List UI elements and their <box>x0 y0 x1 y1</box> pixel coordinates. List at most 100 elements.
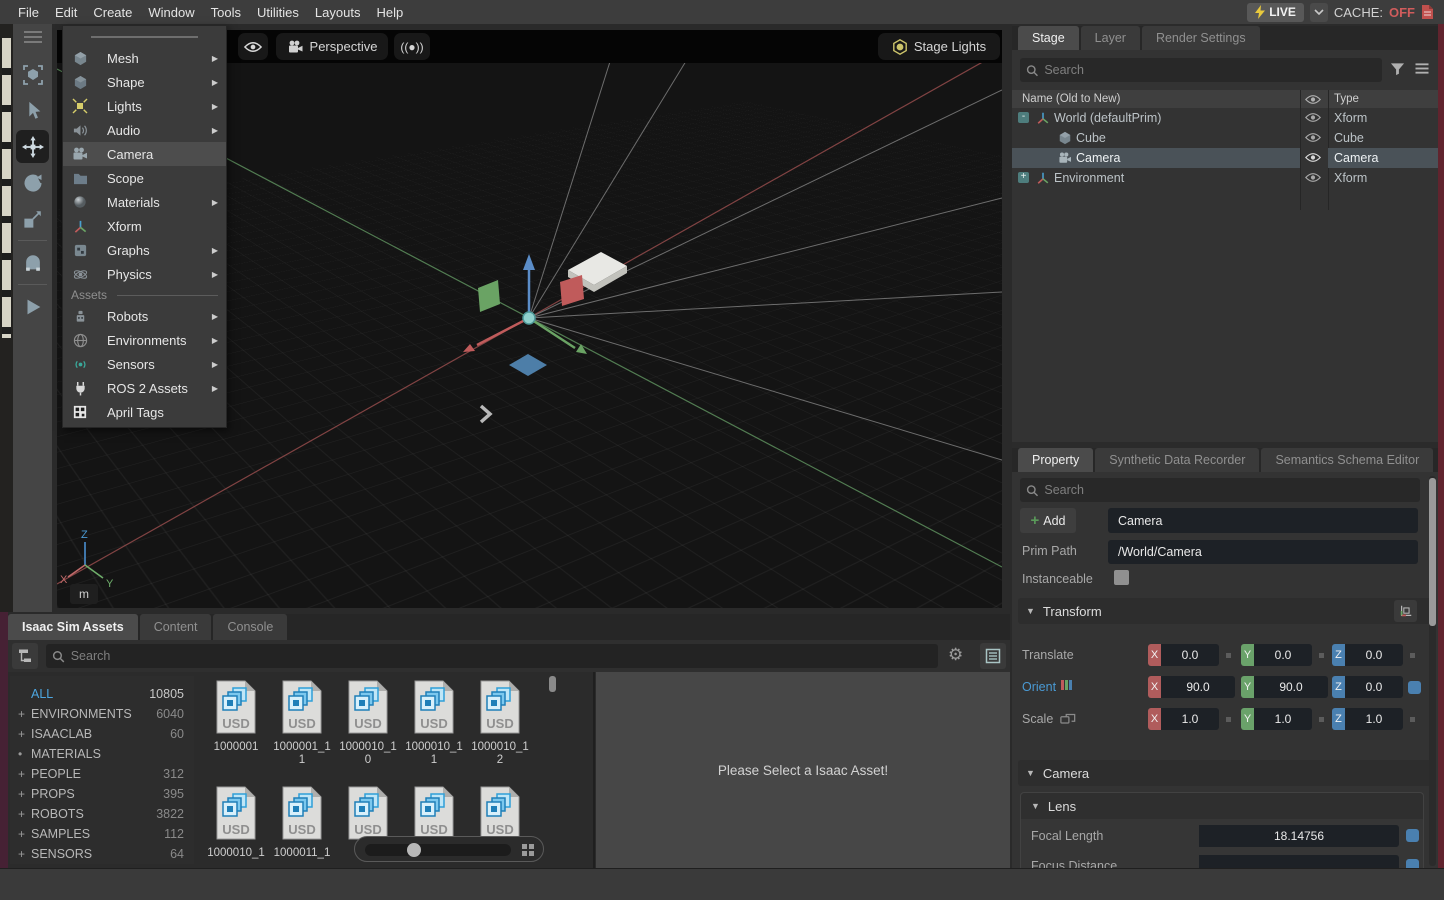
select-mode-tool[interactable] <box>16 58 49 91</box>
menu-item-mesh[interactable]: Mesh▶ <box>63 46 226 70</box>
tab-console[interactable]: Console <box>213 614 287 640</box>
menu-item-materials[interactable]: Materials▶ <box>63 190 226 214</box>
tree-row-camera-selected[interactable]: Camera Camera <box>1012 148 1439 168</box>
focal-length-field[interactable]: 18.14756 <box>1199 825 1399 847</box>
menu-layouts[interactable]: Layouts <box>307 5 369 20</box>
transform-axes-button[interactable] <box>1394 600 1417 622</box>
orient-z-field[interactable]: 0.0 <box>1345 676 1403 698</box>
scale-link-icon[interactable] <box>1060 712 1076 730</box>
default-indicator[interactable] <box>1406 829 1419 842</box>
property-scrollbar[interactable] <box>1429 476 1436 866</box>
viewport-visibility-button[interactable] <box>238 33 268 60</box>
snap-tool[interactable] <box>16 246 49 279</box>
live-sync-button[interactable]: LIVE <box>1247 3 1304 22</box>
icon-size-slider[interactable] <box>354 836 544 862</box>
slider-track[interactable] <box>365 844 511 856</box>
tab-synthetic-data-recorder[interactable]: Synthetic Data Recorder <box>1095 448 1259 472</box>
slider-thumb[interactable] <box>407 843 421 857</box>
orient-x-field[interactable]: 90.0 <box>1161 676 1235 698</box>
collapse-toggle[interactable]: - <box>1018 112 1029 123</box>
stage-search[interactable] <box>1020 58 1382 82</box>
focus-distance-field[interactable] <box>1199 855 1399 868</box>
name-column-header[interactable]: Name (Old to New) <box>1022 93 1120 105</box>
grid-view-icon[interactable] <box>521 843 535 857</box>
tree-view-button[interactable] <box>12 643 38 669</box>
menu-item-robots[interactable]: Robots▶ <box>63 304 226 328</box>
type-column-header[interactable]: Type <box>1334 93 1359 105</box>
filter-icon[interactable] <box>1390 62 1405 81</box>
menu-item-scope[interactable]: Scope <box>63 166 226 190</box>
tab-layer[interactable]: Layer <box>1081 26 1140 50</box>
menu-item-environments[interactable]: Environments▶ <box>63 328 226 352</box>
menu-item-xform[interactable]: Xform <box>63 214 226 238</box>
move-tool[interactable] <box>16 130 49 163</box>
property-search-input[interactable] <box>1044 483 1414 497</box>
category-samples[interactable]: +SAMPLES112 <box>10 824 194 844</box>
menu-tools[interactable]: Tools <box>203 5 249 20</box>
menu-help[interactable]: Help <box>368 5 411 20</box>
scale-y-field[interactable]: 1.0 <box>1254 708 1312 730</box>
menu-tearoff-handle[interactable] <box>91 36 198 38</box>
settings-gear-icon[interactable]: ⚙ <box>948 645 963 665</box>
category-people[interactable]: +PEOPLE312 <box>10 764 194 784</box>
stage-search-input[interactable] <box>1044 63 1376 77</box>
category-robots[interactable]: +ROBOTS3822 <box>10 804 194 824</box>
viewport-camera-selector[interactable]: Perspective <box>276 33 388 60</box>
tab-content[interactable]: Content <box>140 614 212 640</box>
list-view-button[interactable] <box>980 643 1006 669</box>
eye-icon[interactable] <box>1305 112 1321 126</box>
menu-item-lights[interactable]: Lights▶ <box>63 94 226 118</box>
select-tool[interactable] <box>16 94 49 127</box>
eye-icon[interactable] <box>1305 172 1321 186</box>
tab-stage[interactable]: Stage <box>1018 26 1079 50</box>
menu-item-sensors[interactable]: Sensors▶ <box>63 352 226 376</box>
asset-usd-file[interactable]: USD 1000001_1 1 <box>269 680 335 767</box>
menu-item-april-tags[interactable]: April Tags <box>63 400 226 424</box>
menu-item-audio[interactable]: Audio▶ <box>63 118 226 142</box>
asset-usd-file[interactable]: USD 1000010_1 1 <box>401 680 467 767</box>
camera-section-header[interactable]: ▼ Camera <box>1018 760 1432 786</box>
tab-semantics-schema-editor[interactable]: Semantics Schema Editor <box>1261 448 1433 472</box>
scale-x-field[interactable]: 1.0 <box>1161 708 1219 730</box>
asset-usd-file[interactable]: USD 1000011_1 <box>269 786 335 860</box>
menu-item-ros2-assets[interactable]: ROS 2 Assets▶ <box>63 376 226 400</box>
orient-y-field[interactable]: 90.0 <box>1254 676 1328 698</box>
stage-lights-button[interactable]: Stage Lights <box>878 33 1000 60</box>
asset-usd-file[interactable]: USD 1000001 <box>203 680 269 754</box>
menu-create[interactable]: Create <box>85 5 140 20</box>
instanceable-checkbox[interactable] <box>1114 570 1129 585</box>
category-isaaclab[interactable]: +ISAACLAB60 <box>10 724 194 744</box>
menu-file[interactable]: File <box>10 5 47 20</box>
live-dropdown-button[interactable] <box>1310 3 1328 22</box>
unit-button[interactable]: m <box>70 584 98 604</box>
translate-z-field[interactable]: 0.0 <box>1345 644 1403 666</box>
prim-path-field[interactable]: /World/Camera <box>1108 540 1418 564</box>
eye-icon[interactable] <box>1305 132 1321 146</box>
cache-document-icon[interactable] <box>1421 4 1434 20</box>
assets-scrollbar-thumb[interactable] <box>549 676 556 692</box>
translate-x-field[interactable]: 0.0 <box>1161 644 1219 666</box>
viewport-render-mode-button[interactable]: ((●)) <box>394 33 430 60</box>
asset-usd-file[interactable]: USD 1000010_1 <box>203 786 269 860</box>
scale-tool[interactable] <box>16 202 49 235</box>
scrollbar-thumb[interactable] <box>1429 478 1436 626</box>
property-search[interactable] <box>1020 478 1420 502</box>
lens-section-header[interactable]: ▼ Lens <box>1021 793 1423 819</box>
menu-window[interactable]: Window <box>140 5 202 20</box>
play-tool[interactable] <box>16 290 49 323</box>
category-props[interactable]: +PROPS395 <box>10 784 194 804</box>
asset-usd-file[interactable]: USD 1000010_1 0 <box>335 680 401 767</box>
category-materials[interactable]: •MATERIALS <box>10 744 194 764</box>
category-environments[interactable]: +ENVIRONMENTS6040 <box>10 704 194 724</box>
options-menu-icon[interactable] <box>1414 62 1430 80</box>
translate-y-field[interactable]: 0.0 <box>1254 644 1312 666</box>
tab-property[interactable]: Property <box>1018 448 1093 472</box>
default-indicator[interactable] <box>1408 681 1421 694</box>
category-all[interactable]: ALL10805 <box>10 684 194 704</box>
tree-row-world[interactable]: - World (defaultPrim) Xform <box>1012 108 1439 128</box>
assets-search[interactable] <box>46 644 938 668</box>
default-indicator[interactable] <box>1406 859 1419 868</box>
prim-name-field[interactable]: Camera <box>1108 508 1418 533</box>
menu-item-graphs[interactable]: Graphs▶ <box>63 238 226 262</box>
menu-edit[interactable]: Edit <box>47 5 85 20</box>
